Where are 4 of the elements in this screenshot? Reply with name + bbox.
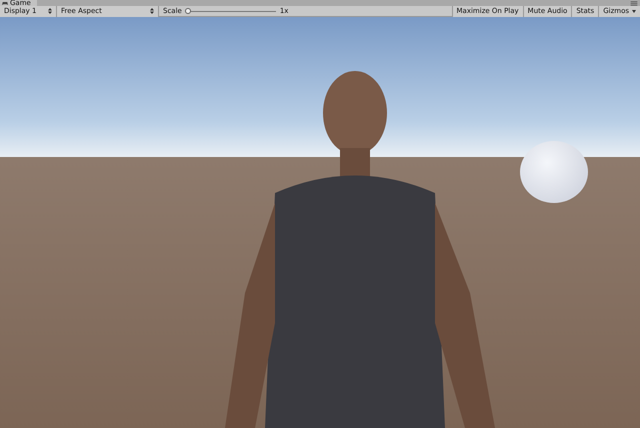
updown-caret-icon: [48, 8, 52, 14]
updown-caret-icon: [150, 8, 154, 14]
caret-icon: [632, 10, 636, 12]
menu-icon[interactable]: [630, 1, 638, 6]
